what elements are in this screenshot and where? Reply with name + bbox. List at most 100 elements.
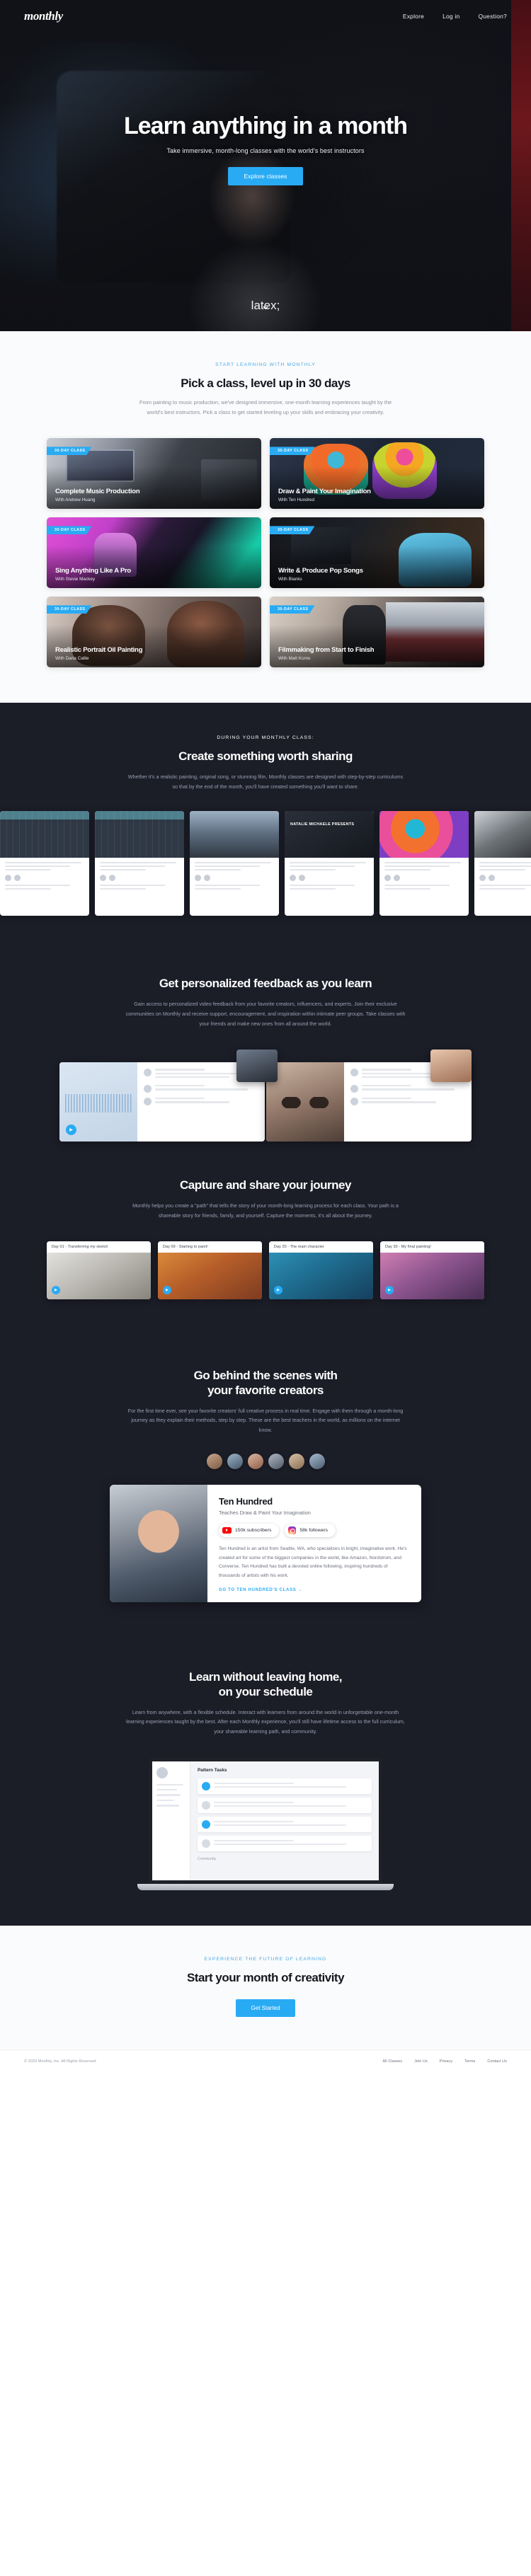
creator-avatar[interactable] — [309, 1453, 325, 1469]
app-panel-title: Pattern Tasks — [198, 1767, 227, 1773]
scroll-down-chevron-icon[interactable]: ⌄ — [261, 299, 270, 311]
footer-link-all-classes[interactable]: All Classes — [382, 2059, 402, 2064]
project-shot-media — [474, 811, 531, 858]
cta-heading: Start your month of creativity — [186, 1970, 345, 1984]
create-paragraph: Whether it's a realistic painting, origi… — [127, 774, 404, 790]
feedback-comment — [350, 1098, 465, 1106]
creator-details: Ten Hundred Teaches Draw & Paint Your Im… — [207, 1485, 421, 1602]
creator-avatar[interactable] — [227, 1453, 243, 1469]
get-started-button[interactable]: Get Started — [235, 1999, 296, 2017]
nav-link-question[interactable]: Question? — [478, 13, 507, 20]
laptop-screen: Pattern Tasks Community — [149, 1757, 382, 1884]
feedback-card[interactable]: ▶ — [59, 1062, 265, 1142]
creator-role: Teaches Draw & Paint Your Imagination — [219, 1509, 311, 1516]
youtube-subscribers: 150k subscribers — [235, 1527, 272, 1533]
class-card[interactable]: 30-DAY CLASS Draw & Paint Your Imaginati… — [270, 438, 484, 510]
class-card-instructor: With Stevie Mackey — [55, 577, 96, 582]
class-badge: 30-DAY CLASS — [270, 447, 315, 456]
project-shot-avatars — [195, 875, 274, 882]
footer-link-privacy[interactable]: Privacy — [440, 2059, 452, 2064]
behind-scenes-section: Go behind the scenes with your favorite … — [0, 1338, 531, 1640]
avatar — [350, 1085, 358, 1093]
class-badge: 30-DAY CLASS — [270, 605, 315, 614]
feedback-comment — [350, 1085, 465, 1093]
creator-avatar[interactable] — [268, 1453, 284, 1469]
project-shot[interactable]: NATALIE MICHAELE PRESENTS — [285, 811, 374, 916]
class-badge: 30-DAY CLASS — [47, 605, 92, 614]
app-list-item[interactable] — [198, 1835, 372, 1851]
page-footer: © 2020 Monthly, Inc. All Rights Reserved… — [0, 2049, 531, 2073]
project-shot-media — [95, 811, 184, 858]
avatar — [144, 1098, 152, 1106]
class-card-instructor: With Andrew Huang — [55, 498, 96, 503]
project-shot-media: NATALIE MICHAELE PRESENTS — [285, 811, 374, 858]
journey-card[interactable]: Day 30 - My final painting! ▶ — [380, 1241, 484, 1300]
app-list-item[interactable] — [198, 1797, 372, 1813]
hero-section: monthly Explore Log in Question? Learn a… — [0, 0, 531, 331]
feedback-comment — [144, 1098, 258, 1106]
creator-name: Ten Hundred — [219, 1495, 273, 1507]
feedback-section: Get personalized feedback as you learn G… — [0, 947, 531, 1149]
project-shot[interactable] — [379, 811, 469, 916]
feedback-video-thumbnail[interactable] — [236, 1050, 278, 1083]
avatar — [156, 1766, 168, 1778]
youtube-stat-pill: 150k subscribers — [219, 1523, 280, 1537]
nav-link-explore[interactable]: Explore — [403, 13, 424, 20]
journey-card-media: ▶ — [380, 1253, 484, 1300]
nav-link-login[interactable]: Log in — [442, 13, 459, 20]
project-shot[interactable] — [190, 811, 279, 916]
footer-link-join-us[interactable]: Join Us — [414, 2059, 428, 2064]
creator-avatar[interactable] — [247, 1453, 263, 1469]
behind-paragraph: For the first time ever, see your favori… — [127, 1407, 404, 1434]
class-card[interactable]: 30-DAY CLASS Realistic Portrait Oil Pain… — [47, 597, 261, 668]
project-shot-row[interactable]: NATALIE MICHAELE PRESENTS — [0, 811, 531, 947]
home-heading-line2: on your schedule — [218, 1684, 313, 1698]
project-shot-media — [379, 811, 469, 858]
play-icon[interactable]: ▶ — [385, 1286, 394, 1295]
project-shot[interactable] — [95, 811, 184, 916]
home-learning-section: Learn without leaving home, on your sche… — [0, 1639, 531, 1926]
status-dot-icon — [202, 1781, 210, 1790]
play-icon[interactable]: ▶ — [274, 1286, 282, 1295]
class-card[interactable]: 30-DAY CLASS Write & Produce Pop Songs W… — [270, 517, 484, 589]
project-shot[interactable] — [474, 811, 531, 916]
app-footer-label: Community — [198, 1856, 217, 1861]
play-icon[interactable]: ▶ — [163, 1286, 171, 1295]
status-dot-icon — [202, 1800, 210, 1810]
explore-classes-button[interactable]: Explore classes — [228, 167, 303, 186]
feedback-comment — [144, 1085, 258, 1093]
feedback-artwork-image — [266, 1062, 344, 1142]
class-card-title: Draw & Paint Your Imagination — [278, 488, 371, 496]
project-shot-body — [190, 858, 279, 896]
project-shot[interactable] — [0, 811, 89, 916]
status-dot-icon — [202, 1839, 210, 1848]
class-card[interactable]: 30-DAY CLASS Filmmaking from Start to Fi… — [270, 597, 484, 668]
journey-card[interactable]: Day 20 - The main character ▶ — [269, 1241, 373, 1300]
journey-card[interactable]: Day 01 - Transferring my sketch ▶ — [47, 1241, 151, 1300]
project-shot-body — [474, 858, 531, 896]
feedback-video-thumbnail[interactable] — [430, 1050, 472, 1083]
project-shot-body — [285, 858, 374, 896]
journey-card[interactable]: Day 09 - Starting to paint! ▶ — [158, 1241, 262, 1300]
play-icon[interactable]: ▶ — [52, 1286, 60, 1295]
class-card[interactable]: 30-DAY CLASS Sing Anything Like A Pro Wi… — [47, 517, 261, 589]
project-shot-avatars — [100, 875, 179, 882]
class-card[interactable]: 30-DAY CLASS Complete Music Production W… — [47, 438, 261, 510]
journey-card-label: Day 09 - Starting to paint! — [158, 1241, 262, 1253]
class-card-text: Complete Music Production With Andrew Hu… — [55, 488, 140, 503]
brand-logo[interactable]: monthly — [24, 9, 63, 23]
class-card-title: Sing Anything Like A Pro — [55, 567, 131, 575]
app-list-item[interactable] — [198, 1778, 372, 1794]
app-list-item[interactable] — [198, 1816, 372, 1832]
creator-avatar[interactable] — [206, 1453, 222, 1469]
home-heading-line1: Learn without leaving home, — [188, 1670, 343, 1684]
feedback-cards: ▶ — [47, 1050, 484, 1149]
journey-heading: Capture and share your journey — [180, 1178, 351, 1192]
footer-link-contact-us[interactable]: Contact Us — [487, 2059, 507, 2064]
journey-card-media: ▶ — [158, 1253, 262, 1300]
footer-link-terms[interactable]: Terms — [464, 2059, 475, 2064]
play-icon[interactable]: ▶ — [66, 1125, 76, 1136]
creator-avatar[interactable] — [288, 1453, 304, 1469]
laptop-base — [137, 1883, 394, 1890]
creator-class-link[interactable]: GO TO TEN HUNDRED'S CLASS → — [219, 1588, 410, 1592]
